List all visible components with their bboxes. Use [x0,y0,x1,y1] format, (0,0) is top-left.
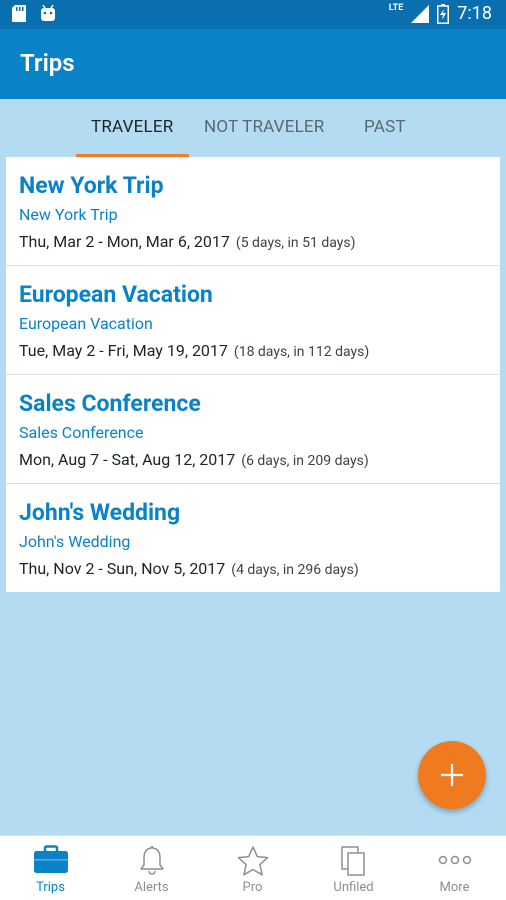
android-icon [41,5,55,21]
trip-card[interactable]: European Vacation European Vacation Tue,… [6,266,500,375]
tab-bar: TRAVELER NOT TRAVELER PAST [0,99,506,157]
trip-duration: (4 days, in 296 days) [231,562,359,578]
trip-duration: (6 days, in 209 days) [241,453,369,469]
app-bar: Trips [0,29,506,99]
trip-name: Sales Conference [19,390,201,417]
trip-dates-row: Tue, May 2 - Fri, May 19, 2017 (18 days, … [19,341,369,360]
status-bar: LTE 7:18 [0,0,506,29]
nav-alerts[interactable]: Alerts [101,836,202,900]
trip-dates: Thu, Nov 2 - Sun, Nov 5, 2017 [19,559,226,578]
trip-subtitle: Sales Conference [19,423,144,442]
trip-dates-row: Mon, Aug 7 - Sat, Aug 12, 2017 (6 days, i… [19,450,369,469]
plus-icon [441,764,463,786]
trip-subtitle: European Vacation [19,314,153,333]
trip-duration: (18 days, in 112 days) [233,344,370,360]
nav-label: Pro [242,880,263,895]
network-type: LTE [388,2,404,13]
nav-unfiled[interactable]: Unfiled [303,836,404,900]
bottom-nav: Trips Alerts Pro Unfiled More [0,835,506,900]
nav-trips[interactable]: Trips [0,836,101,900]
more-dots-icon [438,855,471,865]
nav-label: Trips [36,880,65,895]
page-title: Trips [20,49,75,77]
sd-card-icon [12,5,26,22]
nav-label: Alerts [134,880,169,895]
trip-dates-row: Thu, Mar 2 - Mon, Mar 6, 2017 (5 days, in… [19,232,355,251]
nav-label: More [439,880,470,895]
trip-list: New York Trip New York Trip Thu, Mar 2 -… [6,157,500,592]
nav-pro[interactable]: Pro [202,836,303,900]
signal-icon [411,4,430,23]
tab-past[interactable]: PAST [364,117,406,137]
clock: 7:18 [457,3,492,24]
documents-icon [340,846,365,876]
briefcase-icon [33,845,68,873]
trip-subtitle: John's Wedding [19,532,131,551]
nav-label: Unfiled [333,880,374,895]
trip-card[interactable]: Sales Conference Sales Conference Mon, A… [6,375,500,484]
battery-icon [437,3,450,24]
star-icon [237,846,268,876]
trip-name: John's Wedding [19,499,181,526]
trip-name: European Vacation [19,281,213,308]
trip-subtitle: New York Trip [19,205,118,224]
bell-icon [139,845,164,875]
nav-more[interactable]: More [404,836,505,900]
tab-not-traveler[interactable]: NOT TRAVELER [204,117,324,137]
trip-name: New York Trip [19,172,164,199]
trip-duration: (5 days, in 51 days) [235,235,356,251]
trip-card[interactable]: John's Wedding John's Wedding Thu, Nov 2… [6,484,500,593]
trip-dates: Tue, May 2 - Fri, May 19, 2017 [19,341,228,360]
trip-card[interactable]: New York Trip New York Trip Thu, Mar 2 -… [6,157,500,266]
add-trip-button[interactable] [418,741,486,809]
trip-dates-row: Thu, Nov 2 - Sun, Nov 5, 2017 (4 days, in… [19,559,359,578]
trip-dates: Mon, Aug 7 - Sat, Aug 12, 2017 [19,450,236,469]
tab-traveler[interactable]: TRAVELER [91,117,173,137]
trip-dates: Thu, Mar 2 - Mon, Mar 6, 2017 [19,232,230,251]
